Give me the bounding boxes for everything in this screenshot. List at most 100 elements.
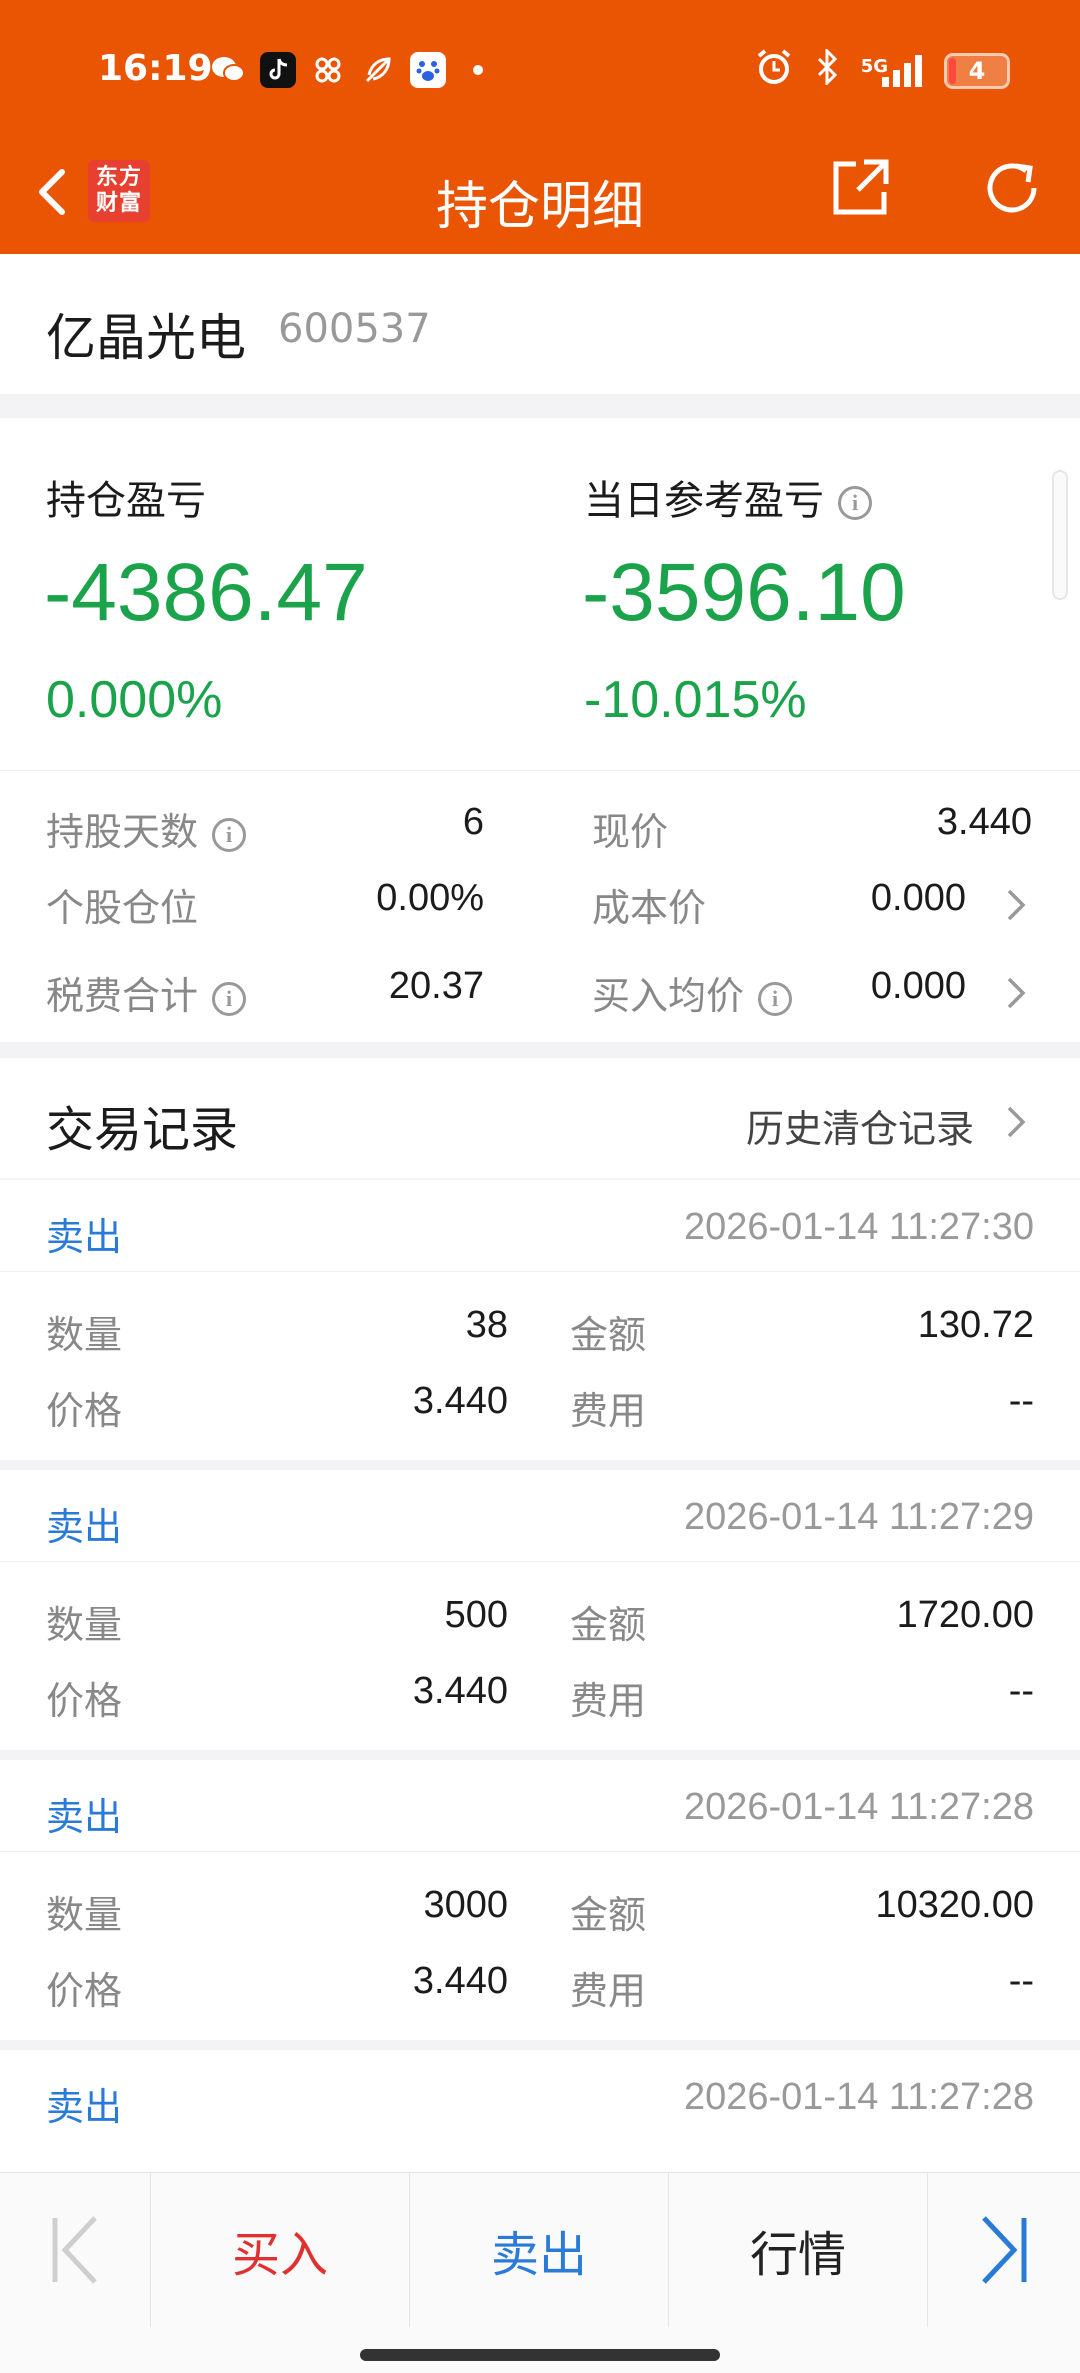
last-page-icon[interactable] [928,2173,1080,2327]
amount-label: 金额 [570,1893,647,1937]
status-bar: 16:19 5G 4 [0,0,1080,140]
daily-pnl-label: 当日参考盈亏 [584,478,824,524]
network-type: 5G [860,56,888,77]
stock-header: 亿晶光电 600537 [0,254,1080,394]
scroll-indicator[interactable] [1052,470,1068,600]
amount-label: 金额 [570,1313,647,1357]
fee-value: -- [1008,1380,1034,1422]
chevron-right-icon[interactable] [1004,885,1028,925]
alarm-icon [755,48,793,94]
chevron-right-icon[interactable] [1004,973,1028,1013]
info-icon[interactable]: i [758,981,793,1016]
info-icon[interactable]: i [838,486,872,520]
record-row: 数量 3000 金额 10320.00 [0,1884,1080,1940]
bluetooth-icon [815,47,839,93]
buy-button[interactable]: 买入 [151,2173,409,2327]
fee-label: 费用 [570,1969,647,2013]
record-type: 卖出 [46,1215,123,1259]
battery-fill [949,58,956,84]
tiktok-icon [260,52,296,88]
info-icon[interactable]: i [212,981,247,1016]
record-type: 卖出 [46,2085,123,2129]
transaction-record[interactable]: 卖出 2026-01-14 11:27:28 [0,2050,1080,2172]
qty-label: 数量 [46,1893,123,1937]
record-type: 卖出 [46,1795,123,1839]
position-pnl-pct: 0.000% [46,671,223,729]
qty-value: 3000 [423,1884,508,1926]
nav-bar: 东方 财富 持仓明细 [0,140,1080,254]
pnl-card: 持仓盈亏 -4386.47 0.000% 当日参考盈亏 i -3596.10 -1… [0,418,1080,770]
baidu-icon [410,52,446,88]
record-datetime: 2026-01-14 11:27:29 [683,1496,1034,1538]
transaction-record[interactable]: 卖出 2026-01-14 11:27:30 数量 38 金额 130.72 价… [0,1180,1080,1460]
price-label: 价格 [46,1969,123,2013]
detail-value: 6 [462,801,484,843]
price-value: 3.440 [412,1960,508,2002]
qty-value: 500 [444,1594,508,1636]
detail-label: 持股天数 i [46,801,247,856]
share-icon[interactable] [824,152,896,224]
info-icon[interactable]: i [212,817,247,852]
history-link[interactable]: 历史清仓记录 [746,1098,974,1153]
position-pnl-label: 持仓盈亏 [46,478,206,524]
detail-value: 3.440 [936,801,1032,843]
detail-row[interactable]: 税费合计 i 20.37 买入均价 i 0.000 [0,965,1080,1025]
amount-label: 金额 [570,1603,647,1647]
position-pnl-value: -4386.47 [44,547,368,638]
fee-value: -- [1008,1960,1034,2002]
price-value: 3.440 [412,1380,508,1422]
quote-button[interactable]: 行情 [669,2173,927,2327]
page-title: 持仓明细 [435,177,644,237]
qty-value: 38 [465,1304,508,1346]
record-type: 卖出 [46,1505,123,1549]
detail-label: 现价 [592,810,669,854]
battery-level: 4 [968,57,986,85]
fee-value: -- [1008,1670,1034,1712]
status-time: 16:19 [98,48,213,89]
bottom-action-bar: 买入 卖出 行情 [0,2172,1080,2373]
daily-pnl-value: -3596.10 [582,547,906,638]
fee-label: 费用 [570,1389,647,1433]
feather-icon [360,52,396,88]
signal-icon [882,55,922,87]
sell-button[interactable]: 卖出 [410,2173,668,2327]
detail-value: 0.00% [376,877,484,919]
detail-label: 个股仓位 [46,886,199,930]
record-datetime: 2026-01-14 11:27:28 [683,1786,1034,1828]
transaction-record[interactable]: 卖出 2026-01-14 11:27:29 数量 500 金额 1720.00… [0,1470,1080,1750]
record-row: 数量 38 金额 130.72 [0,1304,1080,1360]
chevron-right-icon[interactable] [1004,1102,1028,1142]
amount-value: 130.72 [917,1304,1034,1346]
amount-value: 10320.00 [875,1884,1035,1926]
detail-value: 20.37 [388,965,484,1007]
status-right: 5G 4 [755,47,1010,94]
record-row: 价格 3.440 费用 -- [0,1960,1080,2016]
price-label: 价格 [46,1679,123,1723]
transactions-header: 交易记录 历史清仓记录 [0,1058,1080,1178]
home-indicator[interactable] [360,2349,720,2361]
detail-label: 成本价 [592,886,707,930]
stock-name: 亿晶光电 [46,309,246,367]
record-header: 卖出 2026-01-14 11:27:28 [0,2050,1080,2142]
daily-pnl-label-wrap: 当日参考盈亏 i [584,468,872,526]
top-header: 16:19 5G 4 东方 财富 持仓明细 [0,0,1080,254]
wechat-icon [210,52,246,88]
first-page-icon[interactable] [0,2173,150,2327]
detail-value: 0.000 [870,877,966,919]
record-row: 数量 500 金额 1720.00 [0,1594,1080,1650]
record-datetime: 2026-01-14 11:27:28 [683,2076,1034,2118]
detail-label: 税费合计 i [46,965,247,1020]
record-header: 卖出 2026-01-14 11:27:30 [0,1180,1080,1272]
record-row: 价格 3.440 费用 -- [0,1380,1080,1436]
stock-code: 600537 [278,306,431,352]
qty-label: 数量 [46,1603,123,1647]
record-header: 卖出 2026-01-14 11:27:28 [0,1760,1080,1852]
transactions-title: 交易记录 [46,1102,239,1158]
more-dot-icon [460,52,496,88]
record-row: 价格 3.440 费用 -- [0,1670,1080,1726]
refresh-icon[interactable] [976,152,1048,224]
price-value: 3.440 [412,1670,508,1712]
detail-row[interactable]: 个股仓位 0.00% 成本价 0.000 [0,877,1080,937]
detail-label: 买入均价 i [592,965,793,1020]
transaction-record[interactable]: 卖出 2026-01-14 11:27:28 数量 3000 金额 10320.… [0,1760,1080,2040]
